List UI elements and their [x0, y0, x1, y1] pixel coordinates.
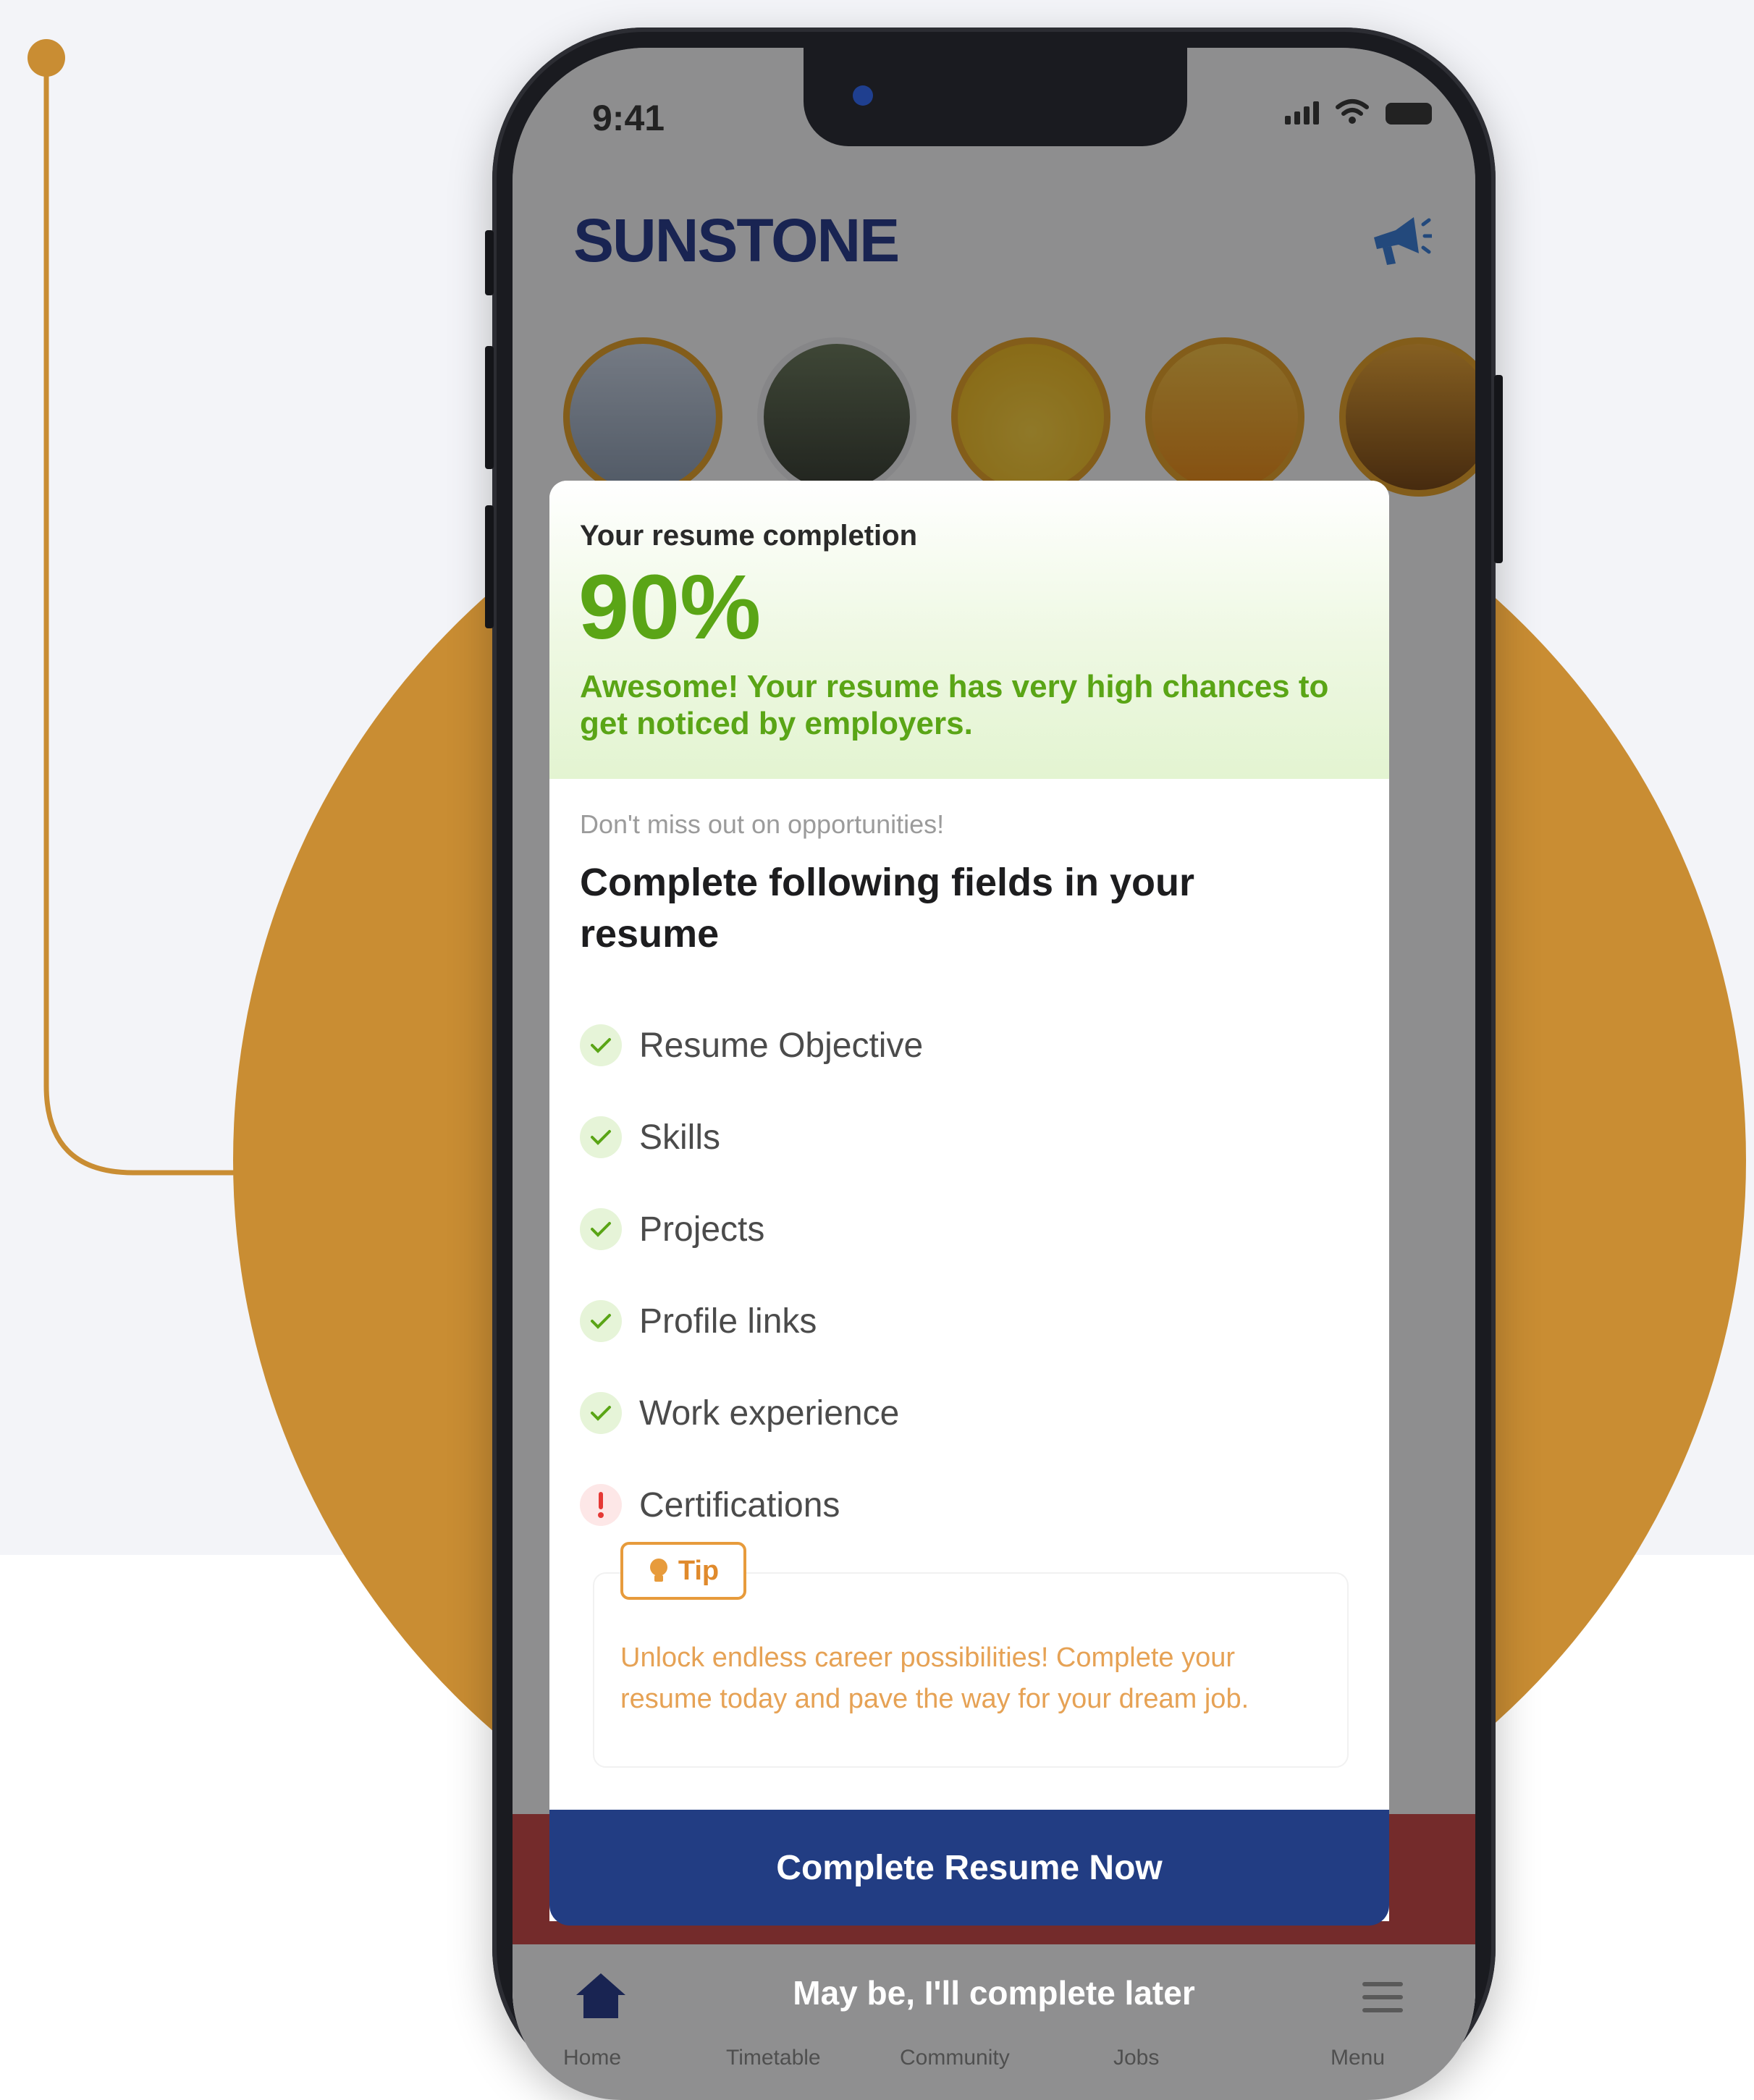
check-icon: [580, 1300, 622, 1342]
fields-heading: Complete following fields in your resume: [580, 861, 1195, 956]
phone-volume-down: [485, 505, 494, 628]
opportunities-label: Don't miss out on opportunities!: [580, 809, 945, 839]
list-item[interactable]: Skills: [580, 1108, 720, 1166]
wifi-icon: [1336, 99, 1369, 124]
check-icon: [580, 1116, 622, 1158]
completion-hero: Your resume completion 90% Awesome! Your…: [549, 481, 1389, 779]
completion-message: Awesome! Your resume has very high chanc…: [580, 669, 1329, 741]
list-item[interactable]: Profile links: [580, 1292, 817, 1350]
complete-later-link[interactable]: May be, I'll complete later: [513, 1973, 1475, 2012]
check-icon: [580, 1392, 622, 1434]
list-item[interactable]: Work experience: [580, 1384, 899, 1442]
tip-badge: Tip: [620, 1542, 746, 1600]
front-camera: [853, 85, 873, 106]
cellular-signal-icon: [1285, 100, 1319, 125]
phone-screen: 9:41 SUNSTONE Home Timetable Community J…: [513, 48, 1475, 2100]
field-label: Work experience: [639, 1393, 900, 1433]
notch: [804, 48, 1187, 146]
resume-completion-sheet: Your resume completion 90% Awesome! Your…: [549, 481, 1389, 1921]
tip-badge-label: Tip: [678, 1555, 720, 1586]
list-item[interactable]: Projects: [580, 1200, 764, 1258]
phone-mockup: 9:41 SUNSTONE Home Timetable Community J…: [485, 28, 1503, 2100]
complete-resume-button[interactable]: Complete Resume Now: [549, 1810, 1389, 1926]
field-label: Resume Objective: [639, 1026, 924, 1065]
phone-power-button: [1494, 375, 1503, 563]
battery-icon: [1386, 103, 1432, 125]
field-label: Skills: [639, 1118, 721, 1157]
field-label: Profile links: [639, 1302, 817, 1341]
list-item[interactable]: Resume Objective: [580, 1016, 923, 1074]
field-label: Projects: [639, 1210, 765, 1249]
tip-text: Unlock endless career possibilities! Com…: [620, 1643, 1249, 1714]
phone-mute-switch: [485, 230, 494, 295]
field-label: Certifications: [639, 1485, 840, 1525]
phone-volume-up: [485, 346, 494, 469]
complete-resume-button-label: Complete Resume Now: [776, 1848, 1163, 1887]
decorative-connector-line: [28, 39, 290, 1176]
list-item[interactable]: Certifications: [580, 1476, 840, 1534]
status-time: 9:41: [592, 98, 665, 138]
check-icon: [580, 1024, 622, 1066]
status-icons: [1285, 98, 1432, 125]
lightbulb-icon: [649, 1559, 667, 1582]
completion-label: Your resume completion: [580, 520, 918, 552]
completion-percent: 90%: [578, 556, 762, 658]
warning-icon: [580, 1484, 622, 1526]
check-icon: [580, 1208, 622, 1250]
